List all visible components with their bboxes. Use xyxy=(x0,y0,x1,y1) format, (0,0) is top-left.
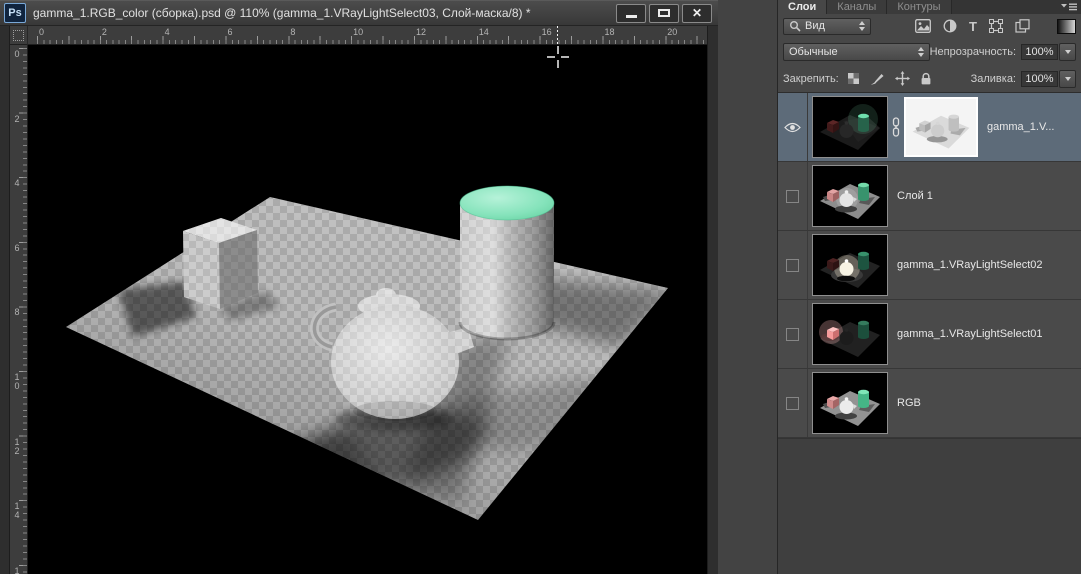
ruler-cursor-marker xyxy=(557,26,558,44)
eye-icon xyxy=(784,122,801,132)
minimize-icon xyxy=(625,15,637,18)
ruler-origin-box[interactable] xyxy=(10,26,28,45)
layers-panel-empty-area xyxy=(778,438,1081,574)
layer-thumbnail[interactable] xyxy=(812,165,888,227)
workspace-background xyxy=(718,0,777,574)
canvas-scene xyxy=(28,45,707,574)
visibility-toggle[interactable] xyxy=(778,93,808,161)
blend-mode-select[interactable]: Обычные xyxy=(783,42,930,61)
canvas[interactable] xyxy=(28,45,707,574)
layer-row-rgb[interactable]: RGB xyxy=(778,369,1081,438)
layers-panel: Слои Каналы Контуры Вид T Обычные Непроз… xyxy=(777,0,1081,574)
lock-buttons xyxy=(847,71,932,86)
filter-toggle[interactable] xyxy=(1057,18,1076,34)
fill-label: Заливка: xyxy=(970,72,1016,85)
select-spinner-icon xyxy=(859,21,865,31)
maximize-button[interactable] xyxy=(649,3,679,23)
close-button[interactable]: ✕ xyxy=(682,3,712,23)
type-layers-filter-icon[interactable]: T xyxy=(969,20,977,33)
layer-thumbnail[interactable] xyxy=(812,96,888,158)
layer-name[interactable]: gamma_1.VRayLightSelect02 xyxy=(897,259,1043,271)
document-titlebar[interactable]: Ps gamma_1.RGB_color (сборка).psd @ 110%… xyxy=(0,0,718,26)
layer-row-gamma1-vraylightselect03[interactable]: gamma_1.V... xyxy=(778,93,1081,162)
lock-label: Закрепить: xyxy=(783,72,839,85)
layers-list: gamma_1.V... Слой 1 gamma_1.VRayLightSel… xyxy=(778,92,1081,438)
panel-menu-button[interactable] xyxy=(1057,0,1081,14)
layer-mask-thumbnail[interactable] xyxy=(904,97,978,157)
document-window: Ps gamma_1.RGB_color (сборка).psd @ 110%… xyxy=(0,0,718,574)
cylinder-object xyxy=(458,185,556,341)
visibility-empty-box xyxy=(786,396,799,410)
layer-name[interactable]: Слой 1 xyxy=(897,190,933,202)
filter-type-buttons: T xyxy=(915,19,1030,33)
layer-thumbnail[interactable] xyxy=(812,372,888,434)
layer-thumbnail[interactable] xyxy=(812,234,888,296)
filter-kind-value: Вид xyxy=(805,20,825,32)
shape-layers-filter-icon[interactable] xyxy=(988,19,1003,33)
search-icon xyxy=(790,21,801,32)
document-window-body: 02468101214161820 0246810121416 xyxy=(0,26,718,574)
lock-fill-row: Закрепить: Заливка: 100% xyxy=(778,65,1081,92)
ruler-top[interactable]: 0 2 4 6 8 10 12 14 16 18 20 xyxy=(28,26,707,45)
photoshop-app-icon: Ps xyxy=(4,3,26,23)
layer-name[interactable]: RGB xyxy=(897,397,921,409)
visibility-toggle[interactable] xyxy=(778,300,808,368)
visibility-empty-box xyxy=(786,189,799,203)
panel-tabs: Слои Каналы Контуры xyxy=(778,0,1081,14)
smart-object-filter-icon[interactable] xyxy=(1015,19,1030,33)
layer-row-gamma1-vraylightselect01[interactable]: gamma_1.VRayLightSelect01 xyxy=(778,300,1081,369)
blend-mode-value: Обычные xyxy=(789,45,838,58)
layer-row-gamma1-vraylightselect02[interactable]: gamma_1.VRayLightSelect02 xyxy=(778,231,1081,300)
lock-all-icon[interactable] xyxy=(920,72,932,86)
lock-pixels-icon[interactable] xyxy=(870,72,885,86)
lock-transparency-icon[interactable] xyxy=(847,72,860,85)
tab-layers[interactable]: Слои xyxy=(778,0,828,14)
opacity-input[interactable]: 100% xyxy=(1021,43,1058,60)
visibility-toggle[interactable] xyxy=(778,162,808,230)
tab-channels[interactable]: Каналы xyxy=(827,0,888,14)
chevron-down-icon xyxy=(1064,49,1071,54)
blend-opacity-row: Обычные Непрозрачность: 100% xyxy=(778,38,1081,65)
visibility-toggle[interactable] xyxy=(778,231,808,299)
lock-position-icon[interactable] xyxy=(894,71,910,86)
layer-mask-link-icon[interactable] xyxy=(888,117,904,137)
document-title: gamma_1.RGB_color (сборка).psd @ 110% (g… xyxy=(33,6,531,20)
visibility-toggle[interactable] xyxy=(778,369,808,437)
visibility-empty-box xyxy=(786,327,799,341)
select-spinner-icon xyxy=(917,46,924,57)
layer-row-sloy1[interactable]: Слой 1 xyxy=(778,162,1081,231)
cube-object xyxy=(183,218,258,309)
chevron-down-icon xyxy=(1064,76,1071,81)
fill-input[interactable]: 100% xyxy=(1021,70,1058,87)
window-left-edge xyxy=(0,26,10,574)
visibility-empty-box xyxy=(786,258,799,272)
window-right-edge xyxy=(707,26,718,574)
minimize-button[interactable] xyxy=(616,3,646,23)
ruler-left[interactable]: 0246810121416 xyxy=(10,45,28,574)
tabbar-spacer xyxy=(952,0,1058,14)
filter-kind-select[interactable]: Вид xyxy=(783,17,871,35)
pixel-layers-filter-icon[interactable] xyxy=(915,19,931,33)
layer-filter-row: Вид T xyxy=(778,14,1081,38)
opacity-label: Непрозрачность: xyxy=(929,45,1016,58)
maximize-icon xyxy=(658,9,670,17)
panel-menu-icon xyxy=(1061,3,1077,11)
layer-name[interactable]: gamma_1.VRayLightSelect01 xyxy=(897,328,1043,340)
opacity-dropdown-button[interactable] xyxy=(1059,42,1076,61)
window-controls: ✕ xyxy=(616,3,712,23)
photoshop-screen: { "window": { "app_badge": "Ps", "title"… xyxy=(0,0,1081,574)
layer-thumbnail[interactable] xyxy=(812,303,888,365)
adjustment-layers-filter-icon[interactable] xyxy=(943,19,957,33)
tab-paths[interactable]: Контуры xyxy=(887,0,952,14)
layer-name[interactable]: gamma_1.V... xyxy=(987,121,1054,133)
fill-dropdown-button[interactable] xyxy=(1059,69,1076,88)
